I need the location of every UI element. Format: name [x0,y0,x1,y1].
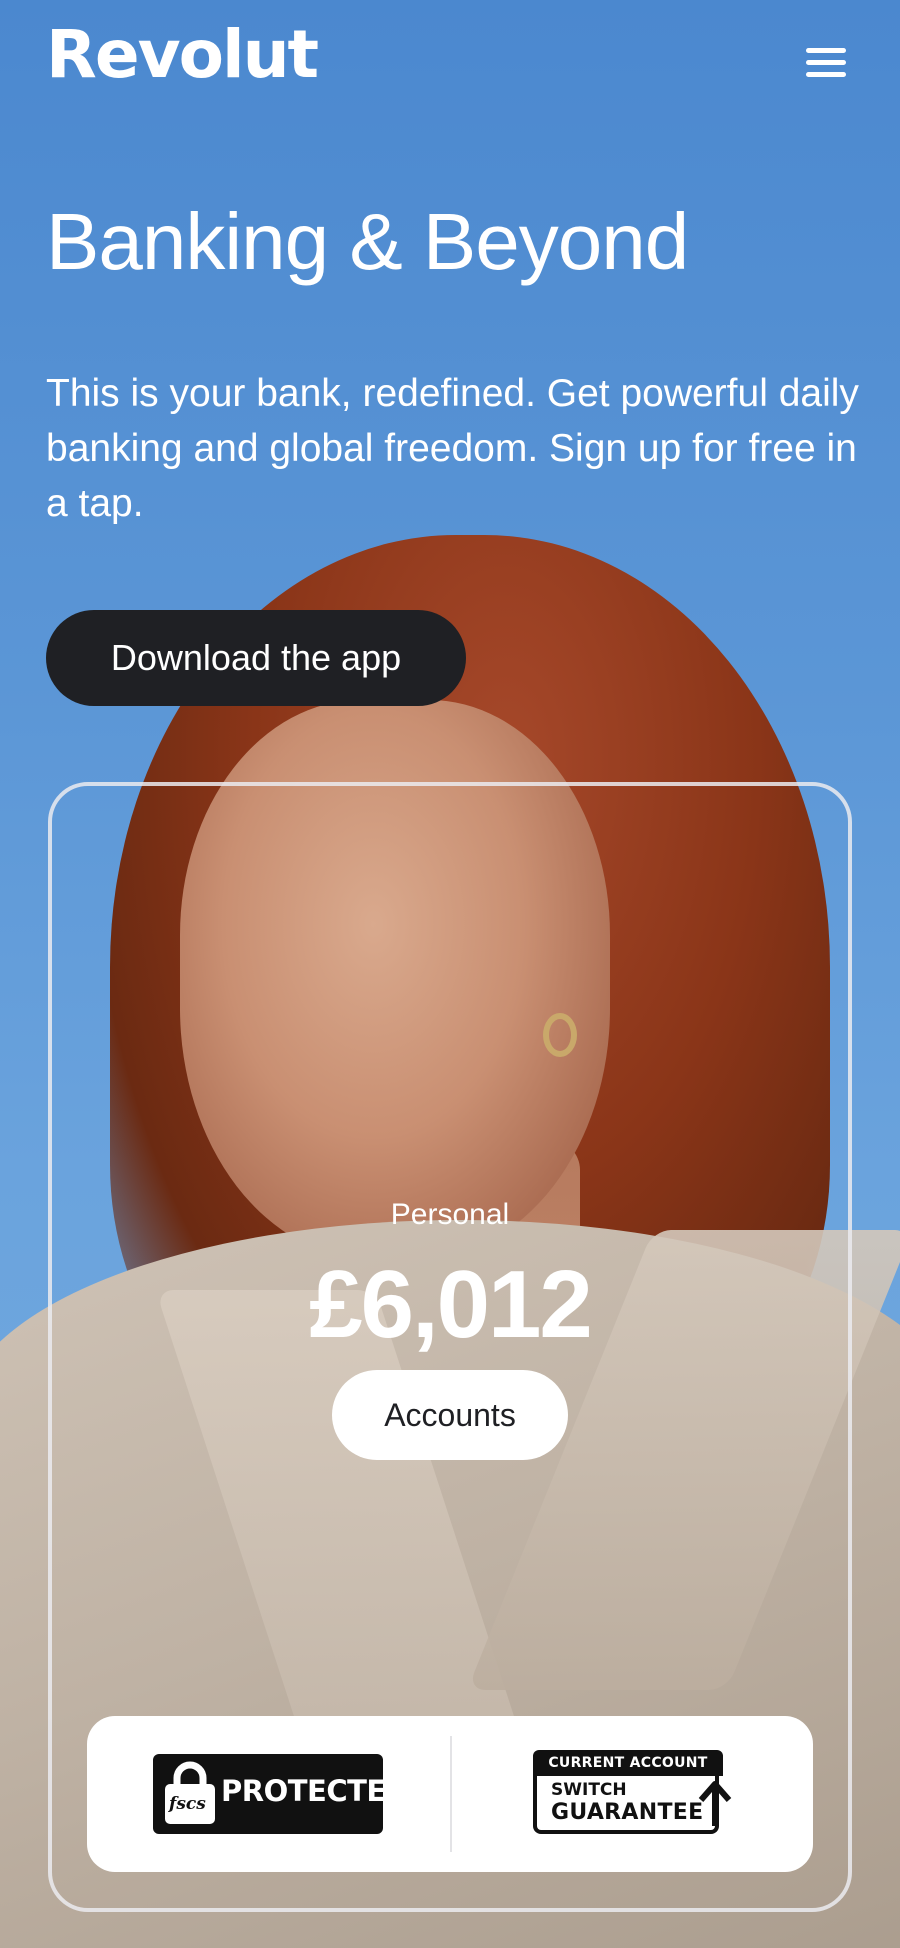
fscs-protected-label: PROTECTED [221,1774,410,1808]
menu-line [806,60,846,65]
trust-badges-panel: fscs PROTECTED CURRENT ACCOUNT SWITCH GU… [87,1716,813,1872]
switch-guarantee-badge: CURRENT ACCOUNT SWITCH GUARANTEE [533,1750,732,1838]
fscs-protected-badge: fscs PROTECTED [153,1754,410,1834]
revolut-logo[interactable]: Revolut [46,22,319,88]
download-app-button[interactable]: Download the app [46,610,466,706]
guarantee-label: GUARANTEE [551,1800,704,1825]
switch-label: SWITCH [551,1780,627,1800]
switch-guarantee-body: SWITCH GUARANTEE [533,1776,719,1834]
accounts-button[interactable]: Accounts [332,1370,568,1460]
hero-headline: Banking & Beyond [46,197,689,286]
menu-line [806,72,846,77]
padlock-icon [165,1761,215,1824]
arrow-up-icon [698,1781,732,1826]
hero-subtitle: This is your bank, redefined. Get powerf… [46,372,859,525]
account-type-label: Personal [390,1198,510,1231]
fscs-logo-text: fscs [169,1794,206,1814]
menu-line [806,48,846,53]
balance-amount: £6,012 [309,1251,593,1358]
hamburger-menu-icon[interactable] [806,46,846,80]
switch-guarantee-top-label: CURRENT ACCOUNT [533,1750,723,1776]
badge-divider [450,1736,452,1852]
